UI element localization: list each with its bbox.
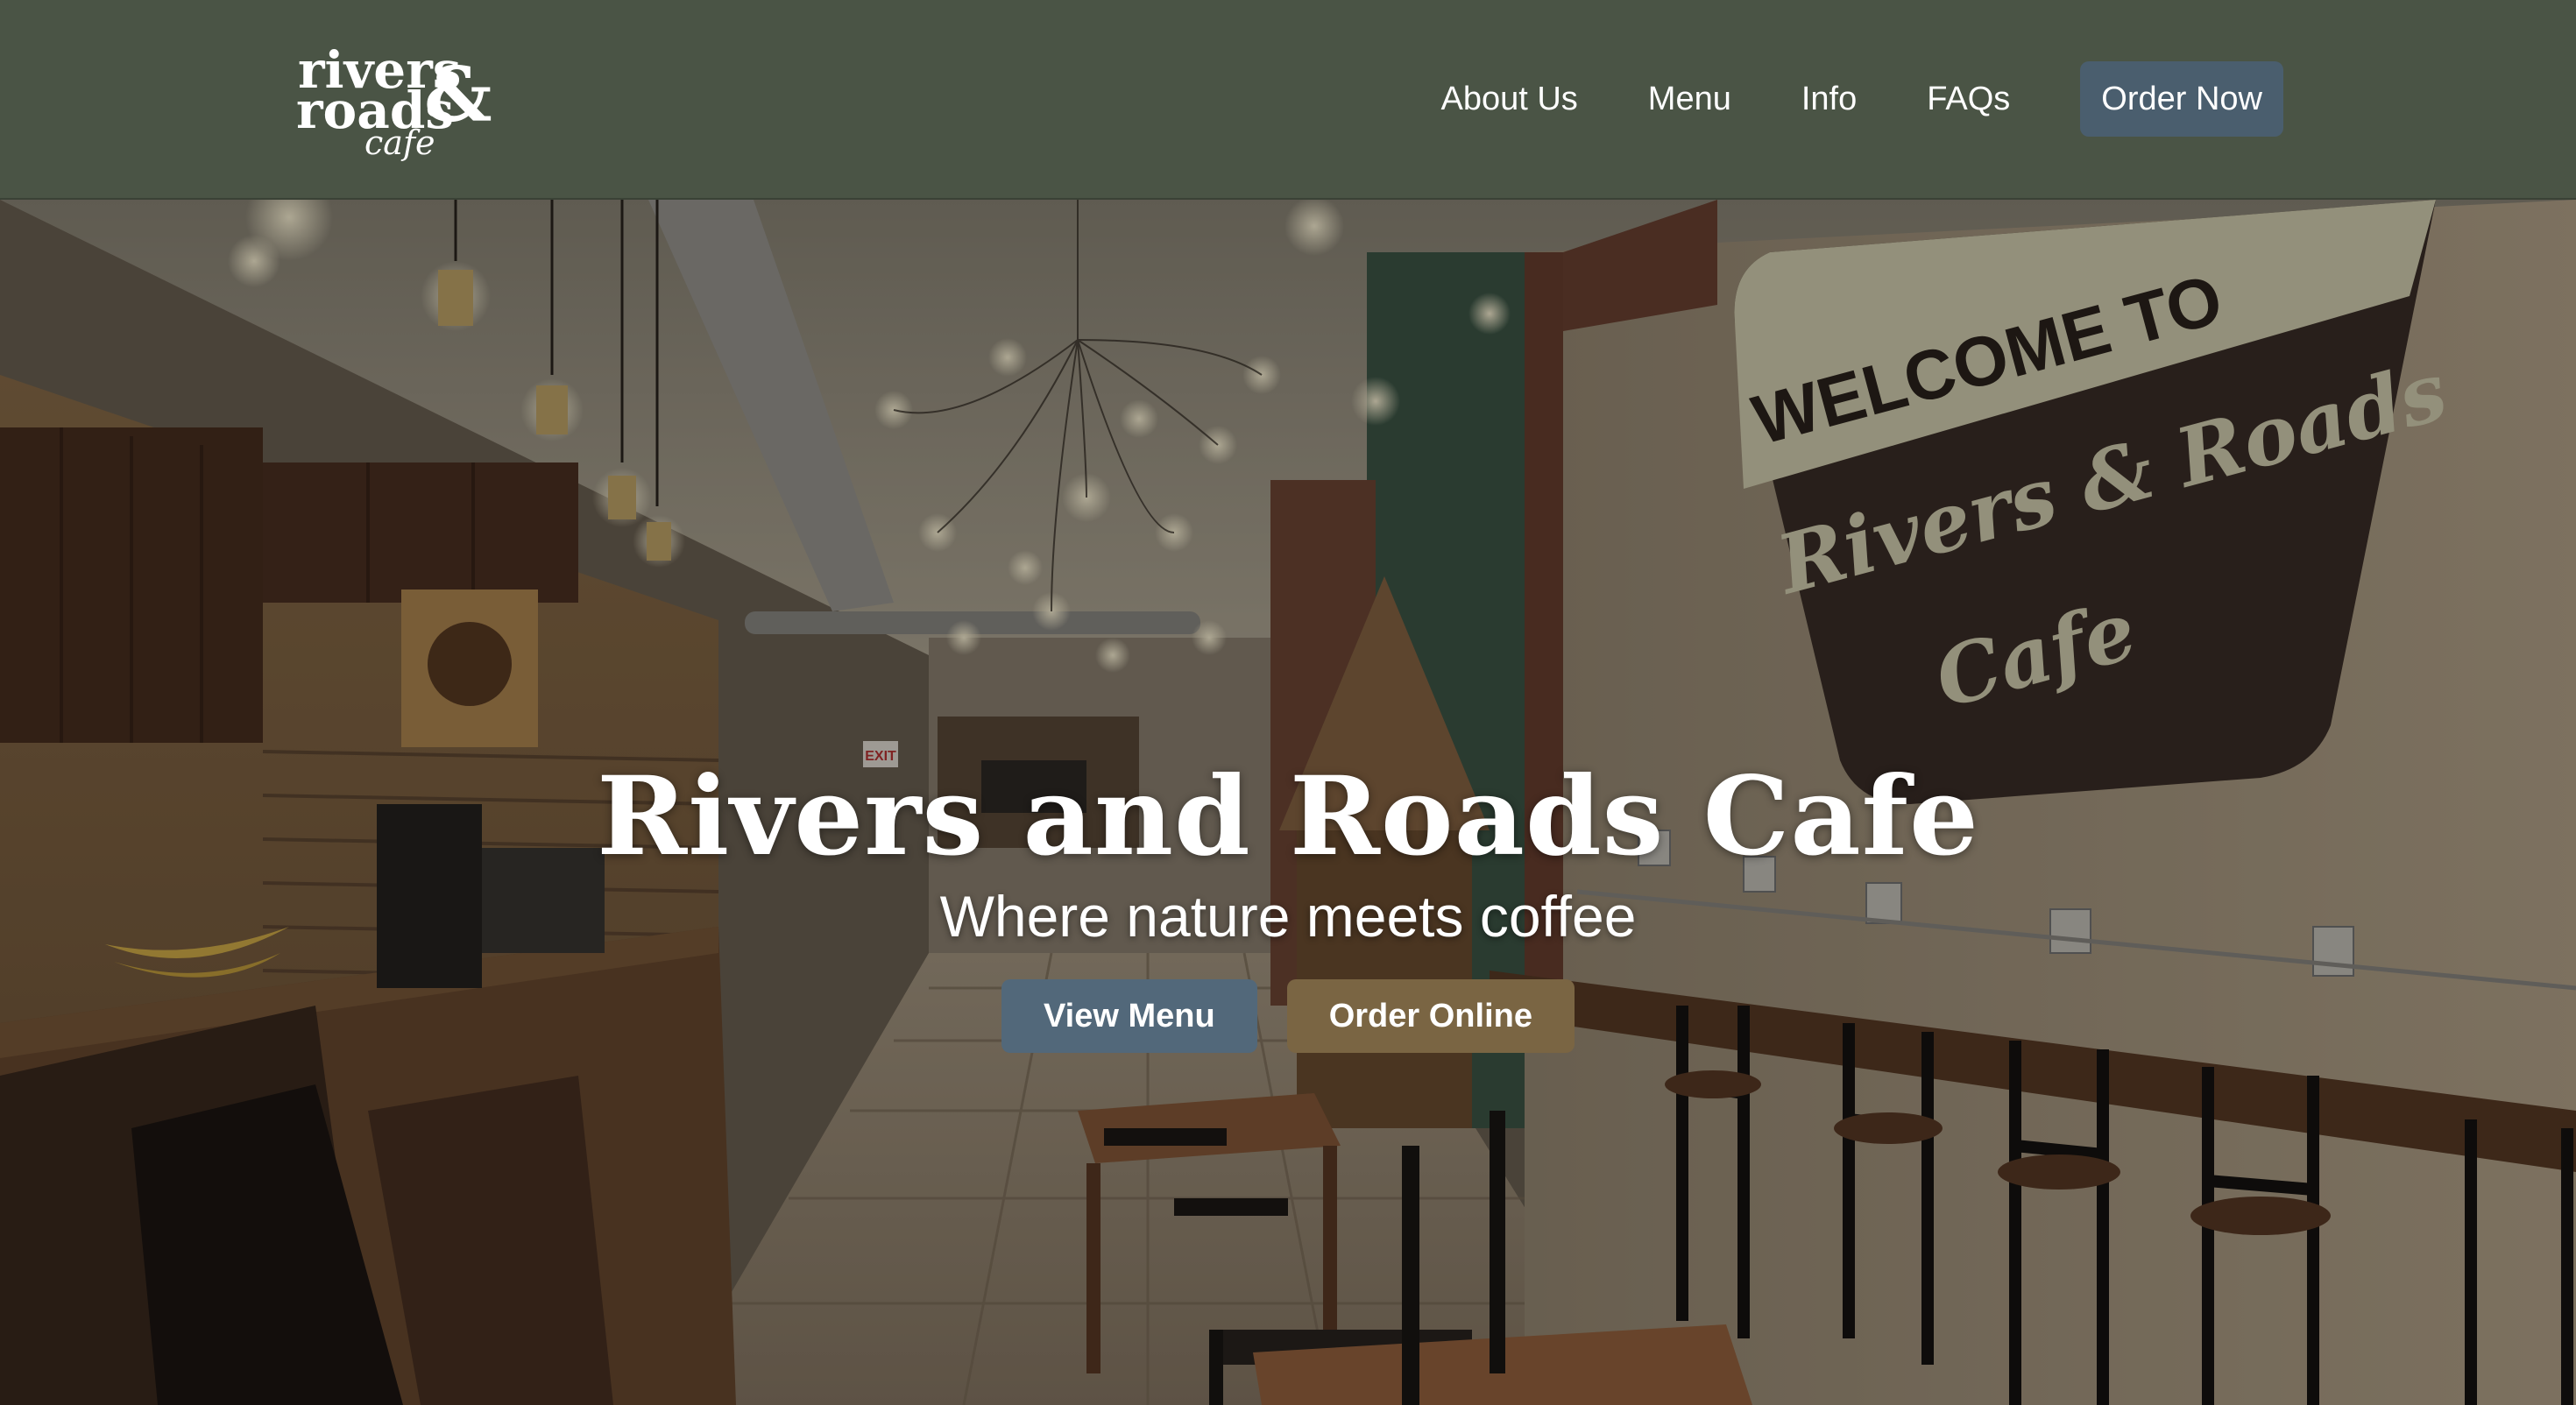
top-navbar: rivers roads & cafe About Us Menu Info F… [0,0,2576,200]
view-menu-button[interactable]: View Menu [1001,979,1257,1053]
nav-faqs[interactable]: FAQs [1927,81,2010,118]
nav-info[interactable]: Info [1801,81,1857,118]
hero-title: Rivers and Roads Cafe [597,753,1979,880]
nav-about-us[interactable]: About Us [1440,81,1577,118]
main-nav: About Us Menu Info FAQs Order Now [1440,61,2283,137]
rivers-roads-cafe-logo[interactable]: rivers roads & cafe [293,33,503,165]
order-online-button[interactable]: Order Online [1286,979,1575,1053]
nav-menu[interactable]: Menu [1648,81,1731,118]
hero-button-group: View Menu Order Online [0,979,2576,1053]
hero-subtitle: Where nature meets coffee [939,884,1637,949]
hero-section: WELCOME TO Rivers & Roads Cafe EXIT Rive… [0,200,2576,1405]
order-now-button[interactable]: Order Now [2080,61,2283,137]
logo-cafe-script: cafe [364,124,435,162]
